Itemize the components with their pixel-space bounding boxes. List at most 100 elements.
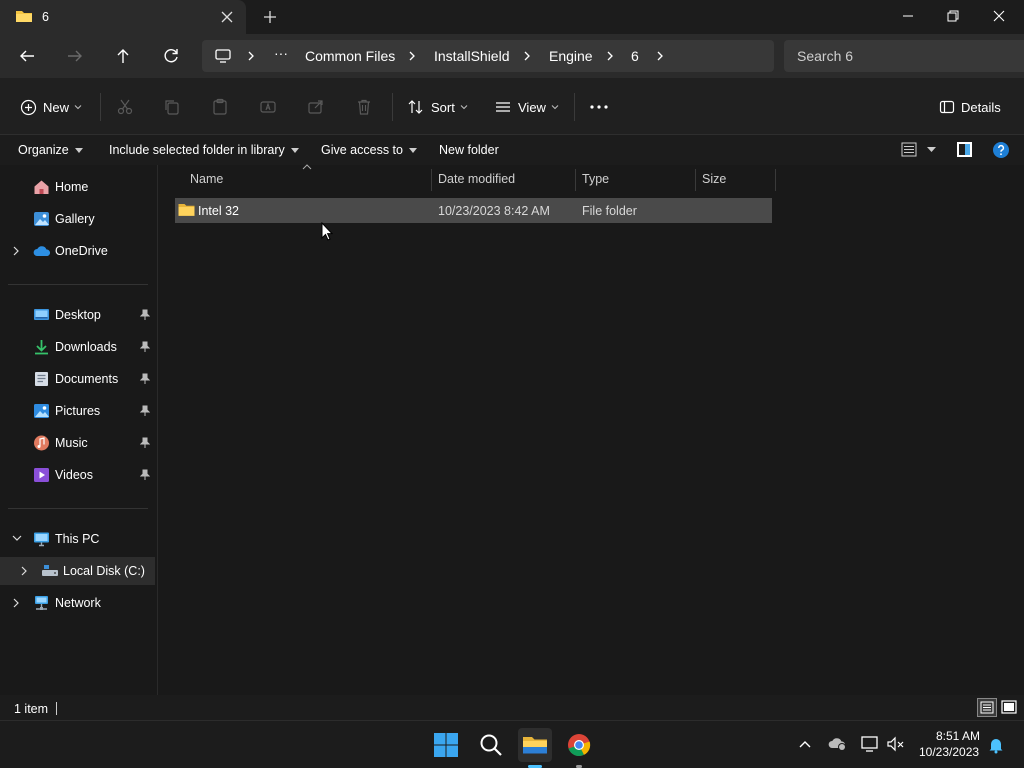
refresh-icon[interactable] xyxy=(159,44,183,68)
show-hidden-icons-chevron-icon[interactable] xyxy=(797,737,813,751)
this-pc-icon[interactable] xyxy=(214,48,232,64)
column-divider[interactable] xyxy=(575,169,576,191)
share-icon[interactable] xyxy=(307,96,325,118)
close-tab-icon[interactable] xyxy=(217,7,237,27)
close-window-icon[interactable] xyxy=(984,4,1014,28)
column-divider[interactable] xyxy=(775,169,776,191)
sidebar-label-desktop: Desktop xyxy=(55,308,101,322)
chevron-right-icon[interactable] xyxy=(522,49,532,63)
breadcrumb-6[interactable]: 6 xyxy=(631,48,639,64)
large-icons-view-icon[interactable] xyxy=(999,698,1019,717)
display-icon[interactable] xyxy=(860,735,880,753)
delete-icon[interactable] xyxy=(355,96,373,118)
documents-icon xyxy=(33,371,50,387)
cut-icon[interactable] xyxy=(116,96,134,118)
chrome-icon[interactable] xyxy=(562,728,596,768)
help-icon[interactable] xyxy=(992,141,1010,159)
dropdown-triangle-icon[interactable] xyxy=(927,147,936,152)
file-type: File folder xyxy=(582,204,637,218)
search-icon[interactable] xyxy=(474,728,508,762)
music-icon xyxy=(33,435,50,451)
minimize-icon[interactable] xyxy=(893,4,923,28)
give-access-menu[interactable]: Give access to xyxy=(321,143,417,157)
volume-muted-icon[interactable] xyxy=(886,735,906,753)
sidebar-item-this-pc[interactable]: This PC xyxy=(0,525,155,553)
preview-pane-icon[interactable] xyxy=(956,141,974,159)
new-folder-button[interactable]: New folder xyxy=(439,143,499,157)
tab-current[interactable]: 6 xyxy=(0,0,246,34)
pin-icon[interactable] xyxy=(140,469,150,481)
sidebar-item-onedrive[interactable]: OneDrive xyxy=(0,237,155,265)
breadcrumb-engine[interactable]: Engine xyxy=(549,48,593,64)
start-windows-icon[interactable] xyxy=(429,728,463,762)
sidebar-item-network[interactable]: Network xyxy=(0,589,155,617)
network-icon xyxy=(33,595,51,611)
dropdown-triangle-icon xyxy=(408,147,417,153)
view-button[interactable]: View xyxy=(494,96,559,118)
pin-icon[interactable] xyxy=(140,341,150,353)
breadcrumb-common-files[interactable]: Common Files xyxy=(305,48,395,64)
sidebar-item-music[interactable]: Music xyxy=(0,429,155,457)
sidebar-item-desktop[interactable]: Desktop xyxy=(0,301,155,329)
command-bar: New Sort View Details xyxy=(0,78,1024,135)
copy-icon[interactable] xyxy=(163,96,181,118)
chevron-right-icon[interactable] xyxy=(11,597,21,609)
change-view-icon[interactable] xyxy=(901,142,919,158)
details-button[interactable]: Details xyxy=(939,96,1001,118)
breadcrumb[interactable]: ··· Common Files InstallShield Engine 6 xyxy=(202,40,774,72)
organize-menu[interactable]: Organize xyxy=(18,143,83,157)
dropdown-triangle-icon xyxy=(74,147,83,153)
chevron-down-icon[interactable] xyxy=(11,533,23,543)
column-divider[interactable] xyxy=(695,169,696,191)
chevron-right-icon[interactable] xyxy=(407,49,417,63)
pin-icon[interactable] xyxy=(140,373,150,385)
sidebar-item-pictures[interactable]: Pictures xyxy=(0,397,155,425)
back-icon[interactable] xyxy=(15,44,39,68)
sidebar-item-local-disk[interactable]: Local Disk (C:) xyxy=(0,557,155,585)
sidebar-item-videos[interactable]: Videos xyxy=(0,461,155,489)
column-header-type[interactable]: Type xyxy=(582,172,609,186)
chevron-right-icon[interactable] xyxy=(246,49,256,63)
column-header-date[interactable]: Date modified xyxy=(438,172,515,186)
view-label: View xyxy=(518,99,546,115)
sidebar-item-documents[interactable]: Documents xyxy=(0,365,155,393)
column-divider[interactable] xyxy=(431,169,432,191)
onedrive-status-icon[interactable] xyxy=(828,736,848,752)
clock-date[interactable]: 10/23/2023 xyxy=(919,745,979,759)
chevron-right-icon[interactable] xyxy=(11,245,21,257)
clock-time[interactable]: 8:51 AM xyxy=(936,729,980,743)
chevron-right-icon[interactable] xyxy=(19,565,29,577)
chevron-right-icon[interactable] xyxy=(605,49,615,63)
restore-icon[interactable] xyxy=(938,4,968,28)
notification-bell-icon[interactable] xyxy=(987,736,1005,754)
gallery-icon xyxy=(33,211,50,227)
sidebar-item-gallery[interactable]: Gallery xyxy=(0,205,155,233)
divider xyxy=(100,93,101,121)
sidebar-item-home[interactable]: Home xyxy=(0,173,155,201)
search-placeholder: Search 6 xyxy=(797,48,854,64)
details-view-icon[interactable] xyxy=(977,698,997,717)
new-tab-icon[interactable] xyxy=(260,7,280,27)
sidebar-item-downloads[interactable]: Downloads xyxy=(0,333,155,361)
sidebar-label-network: Network xyxy=(55,596,101,610)
more-options-icon[interactable] xyxy=(589,96,609,118)
up-icon[interactable] xyxy=(111,44,135,68)
table-row[interactable]: Intel 32 10/23/2023 8:42 AM File folder xyxy=(175,198,772,223)
new-button[interactable]: New xyxy=(20,96,82,118)
rename-icon[interactable] xyxy=(259,96,277,118)
breadcrumb-installshield[interactable]: InstallShield xyxy=(434,48,510,64)
breadcrumb-overflow[interactable]: ··· xyxy=(274,45,288,61)
pin-icon[interactable] xyxy=(140,309,150,321)
column-header-name[interactable]: Name xyxy=(190,172,223,186)
pin-icon[interactable] xyxy=(140,437,150,449)
include-in-library-menu[interactable]: Include selected folder in library xyxy=(109,143,299,157)
forward-icon[interactable] xyxy=(63,44,87,68)
chevron-right-icon[interactable] xyxy=(655,49,665,63)
file-date: 10/23/2023 8:42 AM xyxy=(438,204,550,218)
sort-button[interactable]: Sort xyxy=(407,96,468,118)
column-header-size[interactable]: Size xyxy=(702,172,726,186)
file-explorer-taskbar-icon[interactable] xyxy=(518,728,552,768)
pin-icon[interactable] xyxy=(140,405,150,417)
paste-icon[interactable] xyxy=(211,96,229,118)
search-input[interactable]: Search 6 xyxy=(784,40,1024,72)
